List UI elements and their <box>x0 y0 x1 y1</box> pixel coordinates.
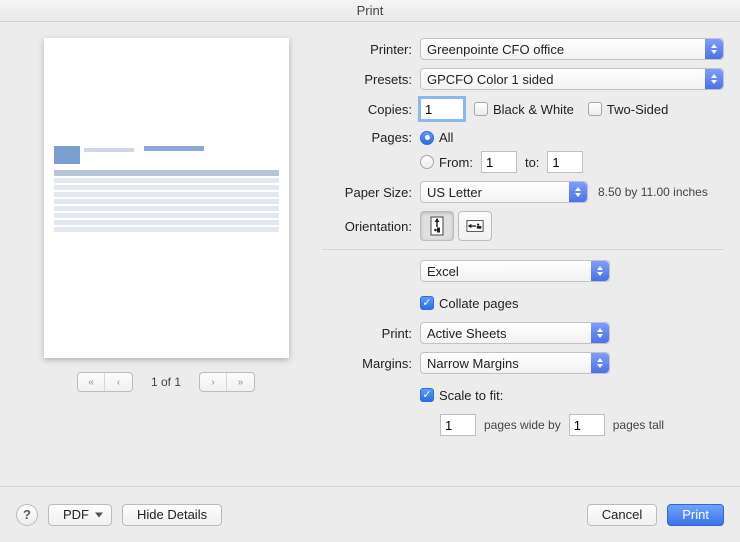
pdf-button[interactable]: PDF <box>48 504 112 526</box>
bw-checkbox[interactable]: Black & White <box>474 102 574 117</box>
pages-to-label: to: <box>525 155 539 170</box>
copies-label: Copies: <box>322 102 420 117</box>
first-page-icon: « <box>78 373 105 391</box>
scaletofit-checkbox[interactable]: Scale to fit: <box>420 388 503 403</box>
app-value: Excel <box>427 264 459 279</box>
scale-tall-label: pages tall <box>613 418 664 432</box>
scaletofit-label: Scale to fit: <box>439 388 503 403</box>
printwhat-select[interactable]: Active Sheets <box>420 322 610 344</box>
papersize-dims: 8.50 by 11.00 inches <box>598 185 708 199</box>
orientation-portrait-button[interactable] <box>420 211 454 241</box>
print-button[interactable]: Print <box>667 504 724 526</box>
pager-prev-group[interactable]: « ‹ <box>77 372 133 392</box>
presets-value: GPCFO Color 1 sided <box>427 72 553 87</box>
scale-tall-input[interactable] <box>569 414 605 436</box>
orientation-landscape-button[interactable] <box>458 211 492 241</box>
next-page-icon: › <box>200 373 227 391</box>
margins-label: Margins: <box>322 356 420 371</box>
pages-label: Pages: <box>322 128 420 145</box>
pages-from-radio[interactable]: From: <box>420 155 473 170</box>
page-count-label: 1 of 1 <box>151 375 181 389</box>
orientation-label: Orientation: <box>322 219 420 234</box>
printwhat-label: Print: <box>322 326 420 341</box>
pages-from-input[interactable] <box>481 151 517 173</box>
pages-from-label: From: <box>439 155 473 170</box>
print-preview <box>44 38 289 358</box>
pages-all-radio[interactable]: All <box>420 130 453 145</box>
portrait-icon <box>428 216 446 236</box>
cancel-button[interactable]: Cancel <box>587 504 657 526</box>
collate-checkbox[interactable]: Collate pages <box>420 296 519 311</box>
margins-value: Narrow Margins <box>427 356 519 371</box>
printer-select[interactable]: Greenpointe CFO office <box>420 38 724 60</box>
app-select[interactable]: Excel <box>420 260 610 282</box>
landscape-icon <box>466 216 484 236</box>
printwhat-value: Active Sheets <box>427 326 507 341</box>
scale-wide-label: pages wide by <box>484 418 561 432</box>
last-page-icon: » <box>227 373 254 391</box>
twosided-checkbox[interactable]: Two-Sided <box>588 102 668 117</box>
window-title: Print <box>0 0 740 22</box>
presets-select[interactable]: GPCFO Color 1 sided <box>420 68 724 90</box>
pager-next-group[interactable]: › » <box>199 372 255 392</box>
presets-label: Presets: <box>322 72 420 87</box>
bw-label: Black & White <box>493 102 574 117</box>
papersize-select[interactable]: US Letter <box>420 181 588 203</box>
pages-to-input[interactable] <box>547 151 583 173</box>
hide-details-button[interactable]: Hide Details <box>122 504 222 526</box>
prev-page-icon: ‹ <box>105 373 132 391</box>
pages-all-label: All <box>439 130 453 145</box>
papersize-label: Paper Size: <box>322 185 420 200</box>
printer-label: Printer: <box>322 42 420 57</box>
copies-input[interactable] <box>420 98 464 120</box>
twosided-label: Two-Sided <box>607 102 668 117</box>
help-button[interactable]: ? <box>16 504 38 526</box>
printer-value: Greenpointe CFO office <box>427 42 564 57</box>
papersize-value: US Letter <box>427 185 482 200</box>
margins-select[interactable]: Narrow Margins <box>420 352 610 374</box>
collate-label: Collate pages <box>439 296 519 311</box>
scale-wide-input[interactable] <box>440 414 476 436</box>
